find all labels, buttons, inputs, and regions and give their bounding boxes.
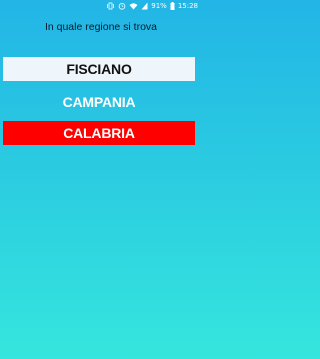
answer-label: CALABRIA xyxy=(63,125,135,141)
alarm-icon xyxy=(118,1,126,11)
answer-option-campania[interactable]: CAMPANIA xyxy=(3,90,195,114)
clock: 15:28 xyxy=(177,2,198,10)
wifi-icon xyxy=(129,1,138,11)
status-bar: 91% 15:28 xyxy=(0,0,202,12)
answer-option-fisciano[interactable]: FISCIANO xyxy=(3,57,195,81)
vibrate-icon xyxy=(106,1,115,11)
signal-icon xyxy=(141,1,148,11)
answer-label: CAMPANIA xyxy=(62,94,136,110)
answer-option-calabria[interactable]: CALABRIA xyxy=(3,121,195,145)
question-text: In quale regione si trova xyxy=(44,21,158,33)
battery-icon xyxy=(170,1,175,11)
answer-label: FISCIANO xyxy=(66,61,132,77)
battery-percent: 91% xyxy=(151,2,167,10)
